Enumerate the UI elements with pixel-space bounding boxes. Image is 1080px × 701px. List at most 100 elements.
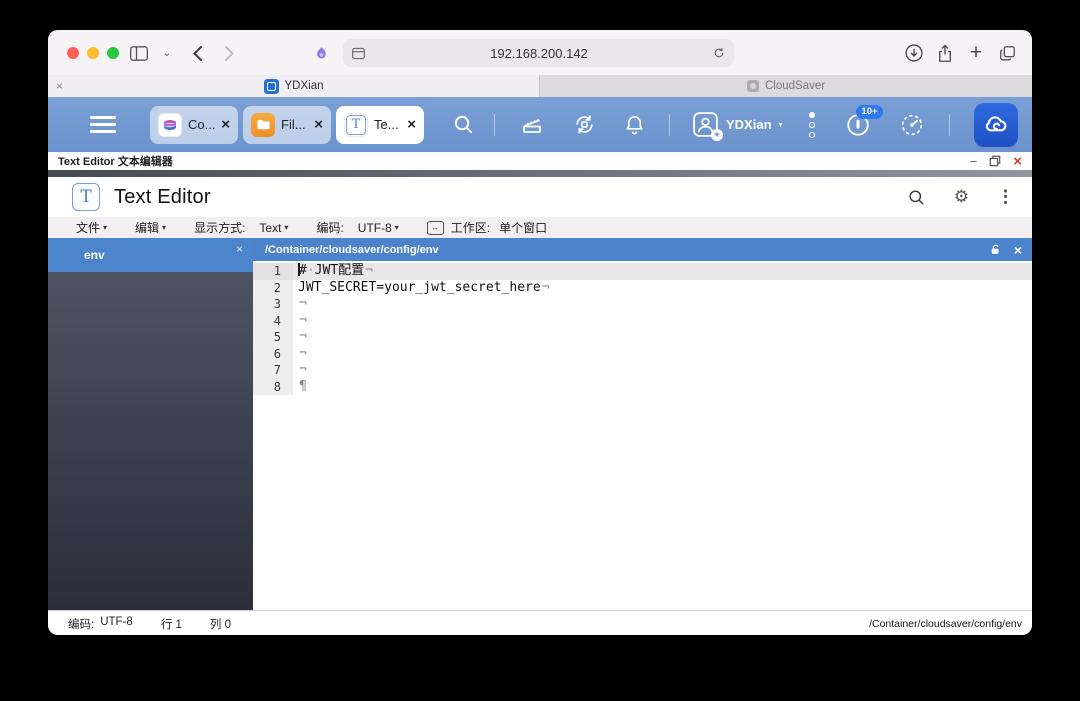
share-icon[interactable] (934, 42, 956, 64)
file-path-bar: /Container/cloudsaver/config/env × (253, 238, 1032, 261)
editor-line[interactable]: 6 ¬ (253, 345, 1032, 363)
zoom-window-button[interactable] (107, 47, 119, 59)
file-list-sidebar: env × (48, 238, 253, 610)
forward-button[interactable] (218, 42, 240, 64)
minimize-icon[interactable]: − (970, 155, 978, 168)
menu-file[interactable]: 文件 ▾ (76, 219, 107, 236)
editor-line[interactable]: 2 JWT_SECRET=your_jwt_secret_here¬ (253, 279, 1032, 297)
user-name: YDXian (726, 117, 772, 132)
files-icon (251, 112, 275, 137)
app-tab-text-editor[interactable]: T Te... × (336, 105, 424, 144)
address-bar[interactable]: 192.168.200.142 (343, 39, 734, 67)
ydxian-favicon (263, 78, 279, 94)
tab-overview-icon[interactable] (996, 42, 1018, 64)
editor-line[interactable]: 1 #·JWT配置¬ (253, 263, 1032, 280)
nas-app-bar: Co... × Fil... × T Te... × ★ YDXian ▾ 10… (48, 97, 1032, 152)
resource-monitor-icon[interactable] (899, 112, 925, 138)
extension-icon[interactable] (310, 42, 332, 64)
sidebar-file-tab-env[interactable]: env × (48, 238, 253, 272)
window-traffic-lights (67, 47, 119, 59)
editor-line[interactable]: 7 ¬ (253, 362, 1032, 379)
browser-tab-ydxian[interactable]: × YDXian (48, 75, 540, 97)
close-window-button[interactable] (67, 47, 79, 59)
text-cursor (298, 263, 300, 276)
chevron-down-icon: ▾ (778, 120, 783, 129)
status-column: 列 0 (209, 618, 231, 631)
line-number: 3 (253, 296, 293, 313)
editor-line[interactable]: 5 ¬ (253, 329, 1032, 346)
main-menu-icon[interactable] (90, 116, 116, 133)
titlebar-divider (48, 170, 1032, 177)
cloudsaver-app-icon[interactable] (973, 102, 1018, 147)
minimize-window-button[interactable] (87, 47, 99, 59)
editor-line[interactable]: 4 ¬ (253, 312, 1032, 330)
star-icon: ★ (711, 129, 723, 141)
eol-mark: ¬ (299, 312, 307, 328)
tab-title: YDXian (284, 80, 324, 92)
app-tab-container-manager[interactable]: Co... × (150, 105, 238, 144)
menu-encoding-select[interactable]: UTF-8 ▾ (358, 221, 399, 235)
container-manager-icon (158, 112, 182, 137)
app-tab-label: Te... (374, 117, 399, 132)
line-content[interactable]: ¬ (293, 329, 1032, 346)
open-app-tabs: Co... × Fil... × T Te... × (150, 105, 424, 144)
reload-icon[interactable] (712, 46, 726, 60)
menu-view-mode-select[interactable]: Text ▾ (259, 221, 288, 235)
line-content[interactable]: JWT_SECRET=your_jwt_secret_here¬ (293, 280, 1032, 297)
status-encoding: 编码: UTF-8 (68, 615, 133, 631)
close-editor-icon[interactable]: × (1014, 243, 1022, 257)
settings-gear-icon[interactable]: ⚙ (954, 187, 969, 207)
line-number: 5 (253, 329, 293, 346)
editor-search-icon[interactable] (907, 188, 926, 207)
url-text[interactable]: 192.168.200.142 (366, 46, 712, 61)
line-number: 8 (253, 378, 293, 395)
editor-main: env × /Container/cloudsaver/config/env ×… (48, 238, 1032, 610)
browser-window: ⌄ 192.168.200.142 + × YDXian CloudSaver … (48, 30, 1032, 635)
more-options-icon[interactable] (808, 111, 815, 138)
editor-statusbar: 编码: UTF-8 行 1 列 0 /Container/cloudsaver/c… (48, 610, 1032, 635)
line-content[interactable]: ¬ (293, 362, 1032, 379)
close-app-tab-icon[interactable]: × (221, 116, 230, 133)
line-number: 6 (253, 345, 293, 362)
cloudsaver-favicon (746, 80, 759, 92)
sidebar-toggle-icon[interactable] (128, 42, 150, 64)
app-tab-label: Fil... (281, 117, 306, 132)
new-tab-button[interactable]: + (965, 41, 987, 64)
sync-icon[interactable] (571, 112, 597, 138)
browser-tab-cloudsaver[interactable]: CloudSaver (540, 75, 1032, 97)
line-content[interactable]: #·JWT配置¬ (293, 263, 1032, 280)
editor-menubar: 文件 ▾ 编辑 ▾ 显示方式: Text ▾ 编码: UTF-8 ▾ ↔ 工作区: 单个… (48, 217, 1032, 239)
line-content[interactable]: ¬ (293, 313, 1032, 330)
close-tab-icon[interactable]: × (56, 79, 63, 93)
menu-view-mode: 显示方式: (194, 221, 246, 235)
close-icon[interactable]: × (1013, 154, 1022, 169)
notifications-bell-icon[interactable] (621, 112, 647, 138)
eol-mark: ¬ (299, 345, 307, 361)
line-content[interactable]: ¶ (293, 379, 1032, 396)
page-proxy-icon (351, 47, 366, 60)
editor-line[interactable]: 8 ¶ (253, 378, 1032, 396)
editor-line[interactable]: 3 ¬ (253, 296, 1032, 313)
close-app-tab-icon[interactable]: × (407, 116, 416, 133)
tasks-icon[interactable]: 10+ (845, 104, 883, 138)
menu-workspace[interactable]: ↔ 工作区: 单个窗口 (426, 219, 547, 236)
app-tab-files[interactable]: Fil... × (243, 105, 331, 144)
menu-edit[interactable]: 编辑 ▾ (135, 219, 166, 236)
search-icon[interactable] (450, 112, 476, 138)
line-content[interactable]: ¬ (293, 346, 1032, 363)
unlock-icon[interactable] (989, 243, 1002, 256)
editor-window-titlebar[interactable]: Text Editor 文本编辑器 − × (48, 152, 1032, 170)
menu-encoding: 编码: (316, 221, 344, 235)
browser-tab-bar: × YDXian CloudSaver (48, 75, 1032, 97)
user-menu[interactable]: ★ YDXian ▾ (692, 111, 783, 141)
back-button[interactable] (186, 42, 208, 64)
close-file-icon[interactable]: × (236, 242, 243, 256)
line-content[interactable]: ¬ (293, 296, 1032, 313)
maximize-icon[interactable] (989, 155, 1001, 167)
chevron-down-icon[interactable]: ⌄ (156, 42, 178, 64)
close-app-tab-icon[interactable]: × (314, 116, 323, 133)
app-center-icon[interactable] (519, 112, 545, 138)
editor-lines[interactable]: 1 #·JWT配置¬ 2 JWT_SECRET=your_jwt_secret_her… (253, 261, 1032, 610)
editor-more-icon[interactable]: ⋮ (997, 187, 1014, 207)
downloads-icon[interactable] (903, 42, 925, 64)
